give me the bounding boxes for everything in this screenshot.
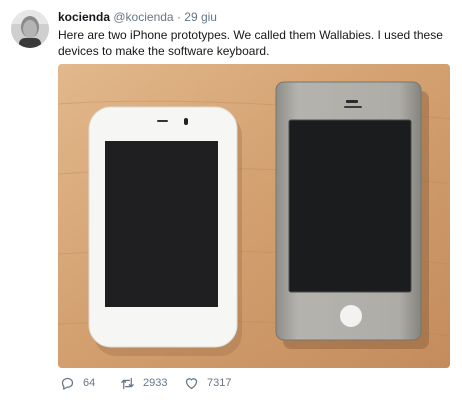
tweet-text: Here are two iPhone prototypes. We calle… xyxy=(58,28,443,58)
reply-button[interactable]: 64 xyxy=(60,376,95,391)
like-count: 7317 xyxy=(207,377,232,389)
tweet-header: kocienda @kocienda · 29 giu xyxy=(58,10,217,24)
tweet: kocienda @kocienda · 29 giu Here are two… xyxy=(0,0,462,400)
separator-dot: · xyxy=(176,10,181,24)
author-name[interactable]: kocienda xyxy=(58,10,110,24)
reply-icon xyxy=(61,377,74,390)
silver-prototype xyxy=(275,81,422,341)
tweet-photo[interactable] xyxy=(58,64,450,368)
avatar[interactable] xyxy=(11,10,49,48)
like-button[interactable]: 7317 xyxy=(184,376,231,391)
retweet-count: 2933 xyxy=(143,377,168,389)
avatar-photo xyxy=(11,10,49,48)
author-handle[interactable]: @kocienda xyxy=(113,10,173,24)
heart-icon xyxy=(185,378,198,390)
photo-iphone-prototypes xyxy=(58,64,450,368)
tweet-date[interactable]: 29 giu xyxy=(184,10,217,24)
white-prototype xyxy=(88,106,238,348)
retweet-button[interactable]: 2933 xyxy=(120,376,167,391)
reply-count: 64 xyxy=(83,377,96,389)
retweet-icon xyxy=(121,377,134,390)
